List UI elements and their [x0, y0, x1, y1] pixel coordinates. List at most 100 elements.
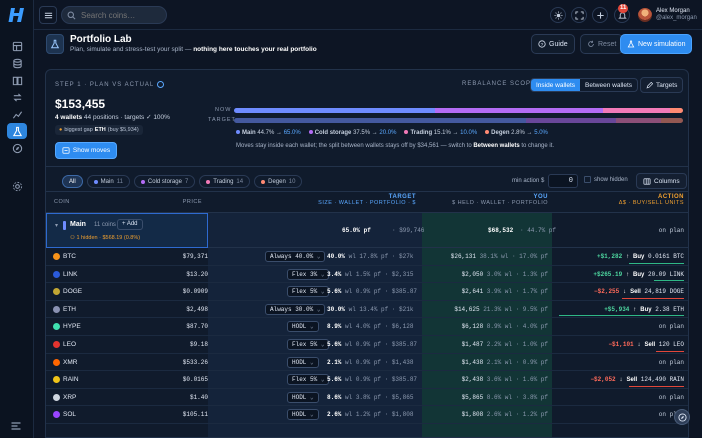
coin-icon — [53, 340, 60, 348]
targets-button[interactable]: Targets — [640, 77, 684, 93]
filter-chip-all[interactable]: All — [62, 175, 83, 188]
action-values: on plan — [658, 323, 684, 331]
table-row[interactable]: SOL $105.11 HODL ⌄ 2.6% wl 1.2% pf · $1,808… — [46, 406, 688, 424]
coin-icon — [53, 358, 60, 366]
assistant-fab[interactable] — [674, 409, 690, 425]
nav-chart-icon[interactable] — [7, 106, 27, 122]
table-row[interactable]: XRP $1.40 HODL ⌄ 8.6% wl 3.8% pf · $5,865 $5… — [46, 389, 688, 407]
reset-button[interactable]: Reset — [580, 34, 624, 54]
filter-chip-cold-storage[interactable]: Cold storage 7 — [133, 175, 196, 188]
col-coin: COIN — [54, 199, 70, 205]
policy-select[interactable]: Always 30.0% ⌄ — [265, 303, 326, 315]
fullscreen-icon[interactable] — [571, 7, 587, 23]
new-simulation-button[interactable]: New simulation — [620, 34, 693, 54]
table-row[interactable]: LEO $9.18 Flex 5% ⌄ 5.6% wl 0.9% pf · $385.… — [46, 336, 688, 354]
nav-database-icon[interactable] — [7, 55, 27, 71]
group-target-usd: · $99,746 — [392, 227, 425, 234]
coin-name: XMR — [63, 358, 78, 366]
policy-select[interactable]: HODL ⌄ — [287, 356, 319, 368]
user-name: Alex Morgan — [656, 8, 690, 14]
nav-swap-icon[interactable] — [7, 89, 27, 105]
scope-inside-wallets[interactable]: Inside wallets — [531, 79, 581, 91]
table-row[interactable]: RAIN $0.0165 Flex 5% ⌄ 5.6% wl 0.9% pf · $3… — [46, 371, 688, 389]
nav-settings-icon[interactable] — [7, 178, 27, 194]
nav-book-icon[interactable] — [7, 72, 27, 88]
columns-button[interactable]: Columns — [636, 173, 687, 189]
flask-icon — [627, 40, 635, 48]
filter-chip-trading[interactable]: Trading 14 — [199, 175, 251, 188]
legend-dot — [308, 130, 313, 134]
delta-underline — [656, 350, 684, 352]
table-row[interactable]: DOGE $0.0909 Flex 5% ⌄ 5.6% wl 0.9% pf · $3… — [46, 283, 688, 301]
filter-chip-main[interactable]: Main 11 — [86, 175, 130, 188]
nav-lab-icon[interactable] — [7, 123, 27, 139]
delta-underline — [629, 385, 684, 387]
policy-select[interactable]: Flex 5% ⌄ — [287, 338, 330, 350]
show-moves-button[interactable]: Show moves — [55, 142, 117, 159]
avatar[interactable] — [638, 8, 652, 22]
target-values: 30.0% wl 13.4% pf · $21k — [327, 305, 414, 313]
show-hidden-toggle[interactable]: show hidden — [584, 176, 628, 183]
group-you-usd: $68,532 — [488, 227, 514, 234]
coin-price: $1.40 — [189, 393, 208, 401]
plan-panel: STEP 1 · PLAN VS ACTUAL REBALANCE SCOPE … — [45, 69, 689, 438]
nav-dashboard-icon[interactable] — [7, 38, 27, 54]
coin-name: LEO — [63, 340, 77, 348]
nav-compass-icon[interactable] — [7, 140, 27, 156]
group-you-pct: · 44.7% pf — [520, 227, 557, 234]
wallet-group-main[interactable]: ▾ Main 11 coins + Add ⚇ 1 hidden · $568.… — [46, 213, 688, 248]
col-you: YOU $ HELD · WALLET · PORTFOLIO — [452, 194, 548, 206]
split-segment-degen — [660, 118, 683, 123]
chevron-down-icon: ⌄ — [310, 323, 314, 331]
add-icon[interactable] — [592, 7, 608, 23]
policy-select[interactable]: Always 40.0% ⌄ — [265, 251, 326, 262]
menu-icon[interactable] — [39, 6, 57, 24]
target-values: 8.9% wl 4.0% pf · $6,128 — [327, 323, 414, 331]
you-values: $6,128 8.9% wl · 4.0% pf — [461, 323, 548, 331]
now-label: NOW — [215, 107, 232, 113]
info-icon[interactable] — [156, 81, 164, 88]
table-row[interactable]: BTC $79,371 Always 40.0% ⌄ 40.0% wl 17.8% p… — [46, 248, 688, 266]
scope-between-wallets[interactable]: Between wallets — [580, 79, 637, 91]
theme-toggle-icon[interactable] — [550, 7, 566, 23]
policy-select[interactable]: HODL ⌄ — [287, 321, 319, 333]
target-values: 2.6% wl 1.2% pf · $1,808 — [327, 411, 414, 419]
collapse-sidebar-icon[interactable] — [10, 420, 22, 432]
policy-select[interactable]: HODL ⌄ — [287, 409, 319, 421]
chevron-down-icon[interactable]: ▾ — [55, 222, 58, 229]
policy-select[interactable]: Flex 3% ⌄ — [287, 268, 330, 280]
filter-chip-degen[interactable]: Degen 10 — [254, 175, 303, 188]
chevron-down-icon: ⌄ — [320, 376, 325, 384]
policy-select[interactable]: HODL ⌄ — [287, 391, 319, 403]
coin-name: RAIN — [63, 376, 79, 384]
search-input[interactable] — [61, 6, 167, 24]
coin-icon — [53, 270, 60, 278]
legend-item: Degen 2.8% → 5.0% — [485, 130, 548, 136]
now-split-bar — [234, 108, 683, 113]
chevron-down-icon: ⌄ — [320, 340, 325, 348]
table-row[interactable]: ETH $2,498 Always 30.0% ⌄ 30.0% wl 13.4% pf… — [46, 301, 688, 319]
table-row[interactable]: HYPE $87.70 HODL ⌄ 8.9% wl 4.0% pf · $6,128… — [46, 318, 688, 336]
min-action-input[interactable] — [548, 174, 578, 188]
chevron-down-icon: ⌄ — [310, 358, 314, 366]
target-label: TARGET — [208, 117, 236, 123]
guide-button[interactable]: ? Guide — [531, 34, 575, 54]
group-action: on plan — [658, 227, 684, 234]
show-hidden-checkbox[interactable] — [584, 176, 591, 183]
chip-dot — [261, 179, 266, 184]
chevron-down-icon: ⌄ — [320, 288, 325, 296]
app-logo-icon[interactable] — [8, 6, 26, 24]
coin-price: $79,371 — [182, 253, 208, 260]
group-target-pct: 65.0% pf — [342, 227, 371, 234]
you-values: $5,865 8.6% wl · 3.8% pf — [461, 393, 548, 401]
table-row[interactable]: LINK $13.20 Flex 3% ⌄ 3.4% wl 1.5% pf · $2,… — [46, 266, 688, 284]
chip-dot — [206, 179, 211, 184]
delta-underline — [559, 315, 684, 317]
policy-select[interactable]: Flex 5% ⌄ — [287, 374, 330, 386]
chevron-down-icon: ⌄ — [320, 270, 325, 278]
add-coin-button[interactable]: + Add — [117, 219, 143, 230]
coin-name: XRP — [63, 393, 77, 401]
table-row[interactable]: XMR $533.26 HODL ⌄ 2.1% wl 0.9% pf · $1,438… — [46, 354, 688, 372]
policy-select[interactable]: Flex 5% ⌄ — [287, 286, 330, 298]
chevron-down-icon: ⌄ — [310, 393, 314, 401]
